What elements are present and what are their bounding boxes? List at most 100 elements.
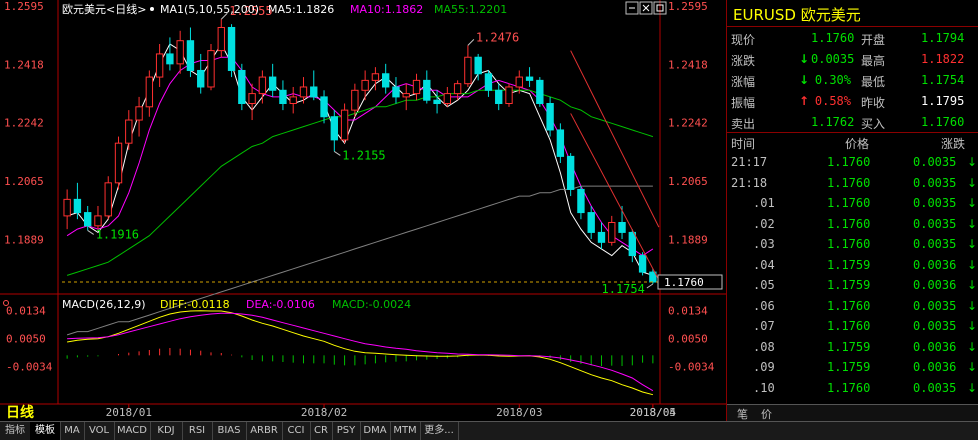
candle-body[interactable] [618,222,626,233]
candle-body[interactable] [207,50,215,88]
candle-body[interactable] [238,69,246,105]
tick-row[interactable]: .03 1.1760 0.0035 ↓ [727,234,978,255]
tick-row[interactable]: .01 1.1760 0.0035 ↓ [727,193,978,214]
bottom-tab-2[interactable]: MA [60,422,85,440]
bottom-tab-0[interactable]: 指标 [0,422,31,440]
tick-row[interactable]: .06 1.1760 0.0035 ↓ [727,296,978,317]
candle-body[interactable] [464,56,472,85]
candle-body[interactable] [412,79,421,95]
bottom-tab-3[interactable]: VOL [84,422,115,440]
candle-body[interactable] [546,103,554,131]
candle-body[interactable] [382,73,390,88]
candle-body[interactable] [587,212,595,233]
footer-tab-left[interactable]: 笔 [737,406,748,422]
candle-body[interactable] [505,86,513,105]
candle-body[interactable] [227,26,236,71]
tick-row[interactable]: 21:17 1.1760 0.0035 ↓ [727,152,978,173]
candle-body[interactable] [608,222,616,243]
tick-change: 0.0035 [913,237,957,251]
candle-body[interactable] [320,96,328,118]
candle-body[interactable] [310,86,318,98]
candle-body[interactable] [515,76,523,88]
bottom-tab-4[interactable]: MACD [114,422,151,440]
candle-body[interactable] [371,73,380,81]
tick-row[interactable]: .09 1.1759 0.0036 ↓ [727,357,978,378]
candle-body[interactable] [94,215,102,227]
bottom-tab-9[interactable]: CCI [282,422,311,440]
bottom-tab-11[interactable]: PSY [332,422,361,440]
tick-row[interactable]: .05 1.1759 0.0036 ↓ [727,275,978,296]
tick-row[interactable]: .04 1.1759 0.0036 ↓ [727,255,978,276]
candle-body[interactable] [340,109,349,141]
ticks-header-change: 涨跌 [941,137,966,151]
tick-row[interactable]: .10 1.1760 0.0035 ↓ [727,378,978,399]
y-tick-right: 1.1889 [668,233,708,246]
footer-tab-right[interactable]: 价 [761,406,772,422]
candle-body[interactable] [145,76,154,108]
candle-body[interactable] [63,198,71,217]
candle-body[interactable] [536,79,544,105]
candle-body[interactable] [423,79,431,101]
candle-body[interactable] [176,40,184,65]
tick-row[interactable]: .07 1.1760 0.0035 ↓ [727,316,978,337]
candle-body[interactable] [453,83,462,95]
tick-price: 1.1759 [827,339,871,354]
candle-body[interactable] [577,188,585,214]
candle-body[interactable] [258,76,267,95]
candle-body[interactable] [84,212,92,227]
chart-svg[interactable]: 1.2595 1.2595 1.2418 1.2418 1.2242 1.2242 1.20… [0,0,726,421]
candle-body[interactable] [330,116,338,141]
tick-change: 0.0036 [913,278,957,292]
bottom-tab-12[interactable]: DMA [360,422,391,440]
candle-body[interactable] [556,129,565,157]
bottom-tab-6[interactable]: RSI [182,422,213,440]
candle-body[interactable] [135,106,143,121]
tick-price: 1.1760 [827,237,871,251]
candle-body[interactable] [217,26,225,52]
candle-body[interactable] [628,231,636,257]
candle-body[interactable] [402,93,410,98]
candle-body[interactable] [525,76,534,81]
candle-body[interactable] [392,86,400,98]
candle-body[interactable] [566,155,575,190]
candle-body[interactable] [474,56,482,75]
candle-body[interactable] [166,53,174,65]
candle-body[interactable] [155,53,164,78]
bottom-tab-13[interactable]: MTM [390,422,421,440]
bottom-tab-10[interactable]: CR [310,422,333,440]
candle-body[interactable] [186,40,195,71]
tick-row[interactable]: .02 1.1760 0.0035 ↓ [727,214,978,235]
bottom-tab-8[interactable]: ARBR [246,422,283,440]
candle-body[interactable] [484,73,493,91]
quote-value: 0.0035 [811,52,855,66]
bottom-tab-5[interactable]: KDJ [150,422,183,440]
quote-row: 涨跌 ↓ 0.0035 最高 1.1822 [727,49,978,70]
tick-row[interactable]: 21:18 1.1760 0.0035 ↓ [727,173,978,194]
tick-price: 1.1759 [827,360,871,374]
candle-body[interactable] [638,255,647,273]
quote-value: 0.30% [814,73,851,87]
ma-settings-label: MA1(5,10,55,200) [160,3,259,16]
candle-body[interactable] [289,96,297,105]
candle-body[interactable] [114,142,123,184]
quote-label: 现价 [731,33,756,47]
candle-body[interactable] [279,89,287,105]
bottom-tab-14[interactable]: 更多... [420,422,459,440]
candle-body[interactable] [248,93,256,105]
tick-row[interactable]: .08 1.1759 0.0036 ↓ [727,337,978,358]
candle-body[interactable] [597,231,606,243]
candle-body[interactable] [125,119,133,144]
candle-body[interactable] [73,198,82,214]
bottom-tab-1[interactable]: 模板 [30,422,61,440]
chart-area[interactable]: 1.2595 1.2595 1.2418 1.2418 1.2242 1.2242 1.20… [0,0,726,421]
candle-body[interactable] [104,182,112,217]
candle-body[interactable] [433,99,441,105]
bottom-tab-7[interactable]: BIAS [212,422,247,440]
candle-body[interactable] [495,89,503,105]
candle-body[interactable] [351,89,359,111]
candle-body[interactable] [268,76,277,91]
candle-body[interactable] [443,93,452,105]
candle-body[interactable] [197,69,205,88]
candle-body[interactable] [299,86,308,98]
candle-body[interactable] [361,79,369,91]
